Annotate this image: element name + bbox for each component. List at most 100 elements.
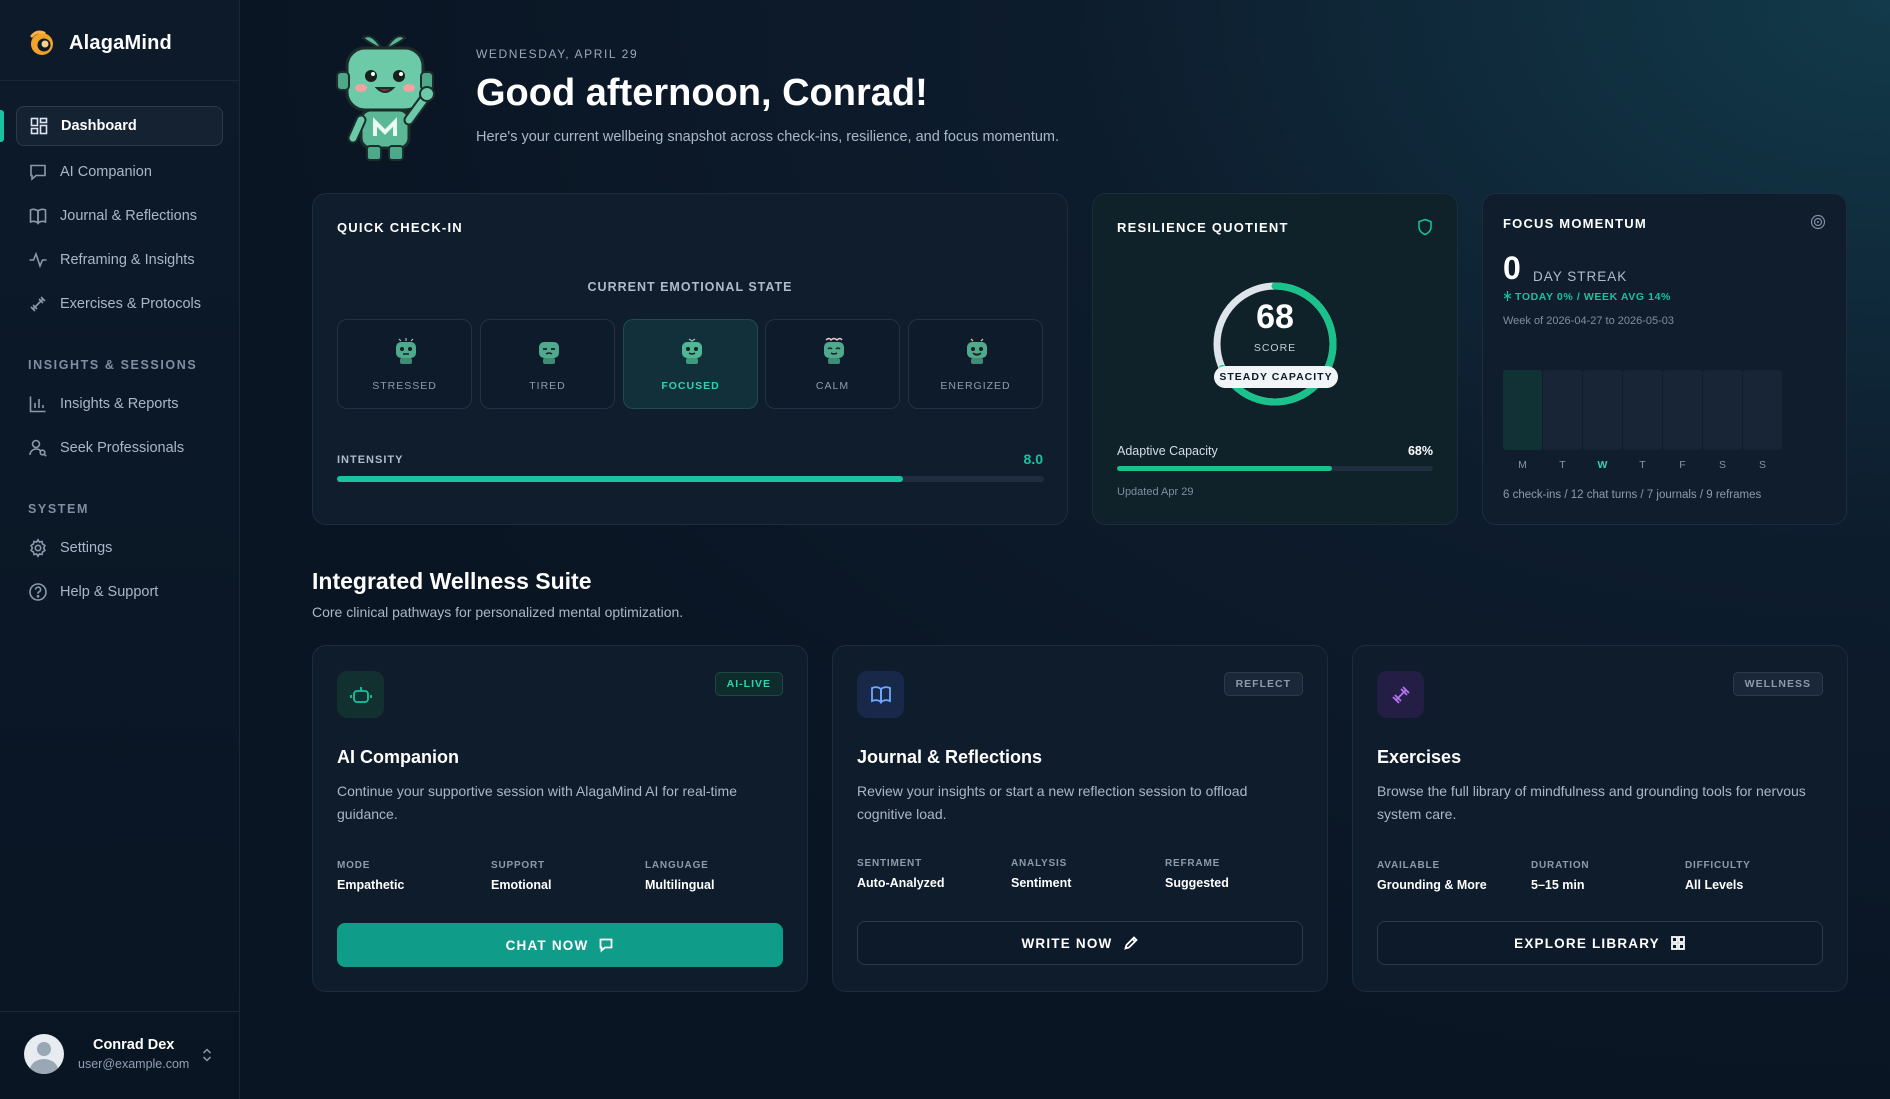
suite-badge: AI-LIVE bbox=[714, 672, 783, 696]
sidebar-divider bbox=[0, 80, 240, 81]
activity-pulse-icon bbox=[29, 251, 47, 269]
nav-help-support-label: Help & Support bbox=[60, 584, 159, 600]
dumbbell-icon bbox=[30, 296, 46, 312]
resilience-score: 68 bbox=[1256, 298, 1294, 336]
nav-exercises-label: Exercises & Protocols bbox=[60, 296, 202, 312]
grid-icon bbox=[1670, 936, 1685, 950]
nav-help-support[interactable]: Help & Support bbox=[16, 572, 223, 612]
page-title: Good afternoon, Conrad! bbox=[476, 72, 928, 114]
meta-key: SENTIMENT bbox=[857, 858, 922, 869]
day-label: F bbox=[1679, 459, 1686, 471]
sidebar: AlagaMind Dashboard AI Companion Journal… bbox=[0, 0, 240, 1099]
page-subtitle: Here's your current wellbeing snapshot a… bbox=[476, 129, 1060, 145]
day-bar bbox=[1663, 370, 1702, 450]
mood-option-tired[interactable]: TIRED bbox=[480, 319, 615, 409]
target-icon bbox=[1810, 214, 1826, 230]
intensity-label: INTENSITY bbox=[337, 454, 404, 466]
nav-journal-label: Journal & Reflections bbox=[60, 208, 198, 224]
focused-face-icon bbox=[682, 338, 702, 364]
mood-label: CALM bbox=[815, 380, 850, 392]
suite-badge: WELLNESS bbox=[1732, 672, 1823, 696]
brand-name: AlagaMind bbox=[69, 31, 172, 54]
chevron-up-down-icon[interactable] bbox=[200, 1046, 214, 1064]
write-now-button[interactable]: WRITE NOW bbox=[857, 921, 1303, 965]
suite-subtitle: Core clinical pathways for personalized … bbox=[312, 604, 684, 620]
dashboard-grid-icon bbox=[30, 117, 48, 135]
chat-bubble-icon bbox=[600, 938, 613, 953]
meta-value: Multilingual bbox=[645, 878, 715, 892]
day-label: T bbox=[1559, 459, 1566, 471]
robot-icon bbox=[349, 686, 372, 703]
day-bar bbox=[1503, 370, 1542, 450]
current-date: WEDNESDAY, APRIL 29 bbox=[476, 47, 639, 61]
brand[interactable]: AlagaMind bbox=[27, 28, 172, 58]
user-name: Conrad Dex bbox=[92, 1037, 175, 1053]
meta-value: 5–15 min bbox=[1531, 878, 1585, 892]
mascot-robot-icon bbox=[336, 35, 435, 161]
suite-icon-box bbox=[857, 671, 904, 718]
mood-label: ENERGIZED bbox=[940, 380, 1011, 392]
nav-settings-label: Settings bbox=[60, 540, 113, 556]
mood-option-focused[interactable]: FOCUSED bbox=[623, 319, 758, 409]
user-profile[interactable]: Conrad Dex user@example.com bbox=[24, 1034, 189, 1074]
nav-insights-reports-label: Insights & Reports bbox=[60, 396, 179, 412]
suite-card-description: Browse the full library of mindfulness a… bbox=[1377, 783, 1806, 822]
meta-key: SUPPORT bbox=[491, 860, 545, 871]
mood-option-energized[interactable]: ENERGIZED bbox=[908, 319, 1043, 409]
week-range: Week of 2026-04-27 to 2026-05-03 bbox=[1503, 315, 1675, 327]
shield-icon bbox=[1418, 218, 1432, 236]
meta-key: DURATION bbox=[1531, 860, 1590, 871]
meta-key: ANALYSIS bbox=[1011, 858, 1068, 869]
meta-key: AVAILABLE bbox=[1377, 860, 1440, 871]
meta-value: Sentiment bbox=[1011, 876, 1072, 890]
nav-reframing-label: Reframing & Insights bbox=[60, 252, 195, 268]
nav-insights-reports[interactable]: Insights & Reports bbox=[16, 384, 223, 424]
suite-badge: REFLECT bbox=[1223, 672, 1303, 696]
day-label: M bbox=[1518, 459, 1527, 471]
meta-value: All Levels bbox=[1685, 878, 1744, 892]
nav-exercises[interactable]: Exercises & Protocols bbox=[16, 284, 223, 324]
meta-key: LANGUAGE bbox=[645, 860, 709, 871]
adaptive-capacity-fill bbox=[1117, 466, 1332, 471]
nav-reframing[interactable]: Reframing & Insights bbox=[16, 240, 223, 280]
meta-value: Empathetic bbox=[337, 878, 405, 892]
nav-dashboard[interactable]: Dashboard bbox=[16, 106, 223, 146]
adaptive-capacity-label: Adaptive Capacity bbox=[1117, 444, 1218, 458]
nav-dashboard-label: Dashboard bbox=[61, 118, 137, 134]
dumbbell-icon bbox=[1391, 685, 1410, 704]
focus-stats: TODAY 0% / WEEK AVG 14% bbox=[1503, 291, 1671, 303]
user-divider bbox=[0, 1011, 240, 1012]
capacity-badge: STEADY CAPACITY bbox=[1214, 366, 1338, 388]
mood-option-stressed[interactable]: STRESSED bbox=[337, 319, 472, 409]
day-bar bbox=[1703, 370, 1742, 450]
streak-count: 0 bbox=[1503, 250, 1521, 286]
user-search-icon bbox=[29, 439, 47, 457]
explore-library-button[interactable]: EXPLORE LIBRARY bbox=[1377, 921, 1823, 965]
mood-option-calm[interactable]: CALM bbox=[765, 319, 900, 409]
book-icon bbox=[29, 208, 47, 225]
book-open-icon bbox=[870, 685, 891, 704]
meta-key: DIFFICULTY bbox=[1685, 860, 1751, 871]
energized-face-icon bbox=[967, 338, 987, 364]
suite-icon-box bbox=[337, 671, 384, 718]
suite-card-name: Exercises bbox=[1377, 747, 1462, 767]
nav-settings[interactable]: Settings bbox=[16, 528, 223, 568]
active-nav-marker bbox=[0, 110, 4, 142]
suite-card-journal: REFLECT Journal & Reflections Review you… bbox=[832, 645, 1328, 992]
nav-seek-professionals[interactable]: Seek Professionals bbox=[16, 428, 223, 468]
nav-ai-companion-label: AI Companion bbox=[60, 164, 152, 180]
quick-checkin-card: QUICK CHECK-IN CURRENT EMOTIONAL STATE S… bbox=[312, 193, 1068, 525]
sparkle-icon bbox=[1503, 291, 1512, 301]
meta-key: MODE bbox=[337, 860, 371, 871]
explore-library-label: EXPLORE LIBRARY bbox=[1514, 935, 1660, 951]
avatar bbox=[24, 1034, 64, 1074]
user-info: Conrad Dex user@example.com bbox=[78, 1037, 189, 1071]
day-label: W bbox=[1597, 459, 1608, 471]
intensity-slider[interactable] bbox=[337, 476, 1044, 482]
chat-now-button[interactable]: CHAT NOW bbox=[337, 923, 783, 967]
calm-face-icon bbox=[824, 337, 844, 364]
suite-card-description: Review your insights or start a new refl… bbox=[857, 783, 1248, 822]
nav-journal[interactable]: Journal & Reflections bbox=[16, 196, 223, 236]
nav-ai-companion[interactable]: AI Companion bbox=[16, 152, 223, 192]
day-bar bbox=[1623, 370, 1662, 450]
